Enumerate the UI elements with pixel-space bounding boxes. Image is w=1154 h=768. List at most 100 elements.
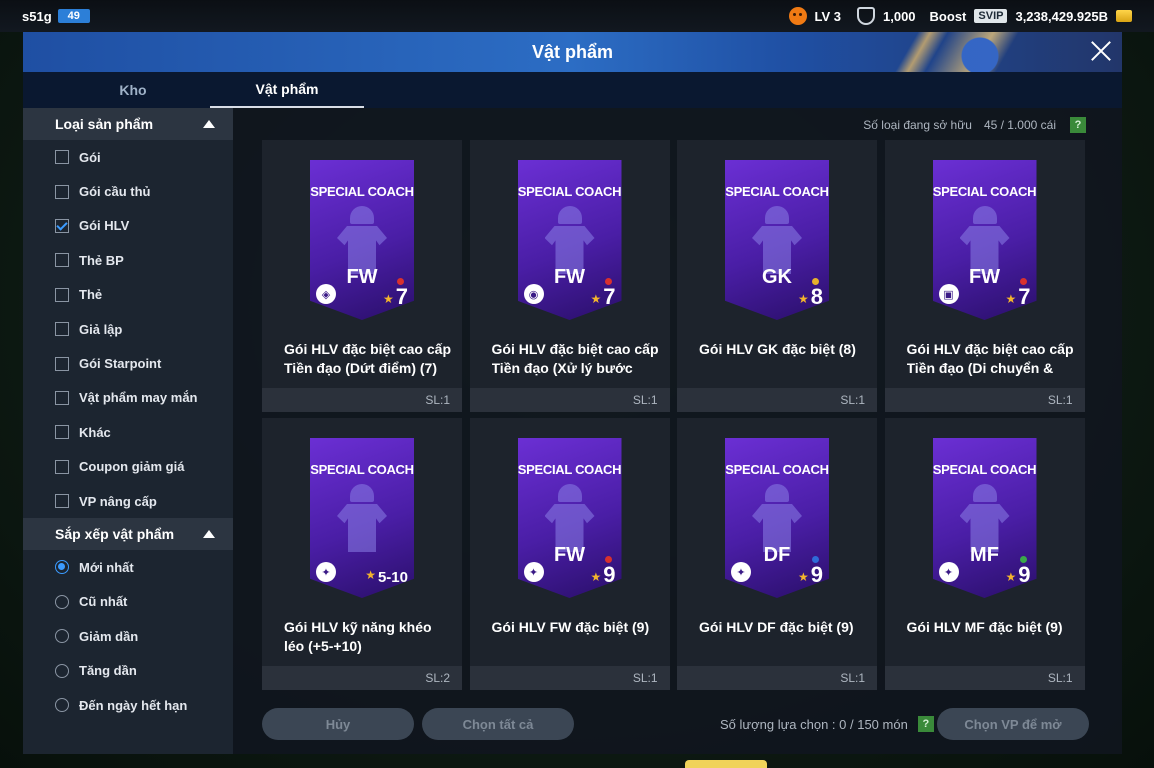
item-name: Gói HLV đặc biệt cao cấp Tiền đạo (Xử lý… (491, 341, 659, 376)
item-card[interactable]: SPECIAL COACH GK ★ 8 Gói HLV GK đặc biệt … (677, 140, 877, 412)
star-icon: ★ (590, 292, 602, 306)
sort-option[interactable]: Giảm dần (23, 619, 233, 653)
star-icon: ★ (1005, 570, 1017, 584)
sort-option[interactable]: Cũ nhất (23, 585, 233, 619)
lock-icon: ▣ (938, 284, 959, 304)
item-name: Gói HLV MF đặc biệt (9) (906, 619, 1063, 635)
help-icon[interactable]: ? (917, 716, 934, 732)
coach-pack-image: SPECIAL COACH ✦ ★ 5-10 (310, 438, 414, 598)
radio-button[interactable] (55, 663, 69, 678)
filter-item[interactable]: Coupon giảm giá (23, 450, 233, 484)
item-card[interactable]: SPECIAL COACH FW ✦ ★ 9 Gói HLV FW đặc biệ… (469, 418, 670, 690)
checkbox[interactable] (55, 322, 69, 337)
item-name: Gói HLV DF đặc biệt (9) (699, 619, 854, 635)
help-icon[interactable]: ? (1070, 117, 1086, 133)
checkbox[interactable] (55, 459, 69, 474)
cap-icon (557, 484, 582, 502)
modal-header: Vật phẩm (23, 32, 1122, 72)
sort-label: Đến ngày hết hạn (79, 697, 188, 713)
sort-option[interactable]: Đến ngày hết hạn (23, 688, 233, 722)
filter-item[interactable]: Gói Starpoint (23, 346, 233, 380)
collapse-icon (203, 530, 215, 539)
sort-label: Mới nhất (79, 559, 134, 575)
username: s51g (22, 8, 52, 24)
checkbox[interactable] (55, 287, 69, 302)
selection-label: Số lượng lựa chọn : 0 / 150 món (720, 716, 908, 732)
checkbox[interactable] (55, 390, 69, 405)
star-icon: ★ (797, 292, 809, 306)
item-quantity: SL:1 (677, 666, 877, 690)
item-card[interactable]: SPECIAL COACH MF ✦ ★ 9 Gói HLV MF đặc biệ… (884, 418, 1085, 690)
sort-header[interactable]: Sắp xếp vật phẩm (23, 518, 233, 551)
sort-option[interactable]: Mới nhất (23, 550, 233, 584)
checkbox[interactable] (55, 494, 69, 509)
select-all-button[interactable]: Chọn tất cả (422, 708, 574, 740)
radio-button[interactable] (55, 560, 69, 575)
item-card[interactable]: SPECIAL COACH FW ◈ ★ 7 Gói HLV đặc biệt c… (262, 140, 462, 412)
filter-item[interactable]: Gói cầu thủ (23, 174, 233, 208)
filter-label: Vật phẩm may mắn (79, 390, 198, 406)
filter-item[interactable]: Vật phẩm may mắn (23, 381, 233, 415)
filter-item[interactable]: Khác (23, 415, 233, 449)
svip-badge: SVIP (974, 9, 1008, 23)
item-card[interactable]: SPECIAL COACH ✦ ★ 5-10 Gói HLV kỹ năng kh… (262, 418, 462, 690)
radio-button[interactable] (55, 629, 69, 644)
item-name: Gói HLV đặc biệt cao cấp Tiền đạo (Dứt đ… (284, 341, 452, 376)
checkbox[interactable] (55, 425, 69, 440)
dribble-icon: ◉ (523, 284, 544, 304)
item-quantity: SL:1 (469, 666, 670, 690)
item-card[interactable]: SPECIAL COACH FW ▣ ★ 7 Gói HLV đặc biệt c… (884, 140, 1085, 412)
radio-button[interactable] (55, 594, 69, 609)
filter-item[interactable]: Gói (23, 140, 233, 174)
checkbox[interactable] (55, 150, 69, 165)
card-banner: SPECIAL COACH (725, 184, 829, 199)
category-header[interactable]: Loại sản phẩm (23, 108, 233, 140)
sort-option[interactable]: Tăng dần (23, 653, 233, 687)
tab-vat-pham[interactable]: Vật phẩm (210, 72, 364, 108)
filter-item[interactable]: VP nâng cấp (23, 484, 233, 518)
cap-icon (557, 206, 582, 224)
level-number: 8 (810, 284, 823, 309)
item-card[interactable]: SPECIAL COACH DF ✦ ★ 9 Gói HLV DF đặc biệ… (677, 418, 877, 690)
star-icon: ★ (797, 570, 809, 584)
filter-label: VP nâng cấp (79, 493, 157, 509)
cancel-button[interactable]: Hủy (262, 708, 414, 740)
level-value: ★ 8 (798, 284, 823, 310)
checkbox[interactable] (55, 218, 69, 233)
header-decoration (842, 32, 1072, 72)
user-info: s51g 49 (22, 9, 90, 24)
filter-item[interactable]: Gói HLV (23, 209, 233, 243)
card-banner: SPECIAL COACH (932, 184, 1037, 199)
item-quantity: SL:1 (884, 666, 1085, 690)
star-icon: ★ (590, 570, 602, 584)
level-value: ★ 5-10 (365, 568, 408, 586)
item-card[interactable]: SPECIAL COACH FW ◉ ★ 7 Gói HLV đặc biệt c… (469, 140, 670, 412)
top-status-bar: s51g 49 LV 3 1,000 Boost SVIP 3,238,429.… (0, 0, 1154, 32)
close-icon[interactable] (1088, 38, 1114, 64)
filter-label: Gói (79, 149, 101, 165)
open-selected-button[interactable]: Chọn VP để mở (937, 708, 1089, 740)
checkbox[interactable] (55, 356, 69, 371)
filter-label: Giả lập (79, 321, 123, 337)
filter-sidebar: Loại sản phẩm Gói Gói cầu thủ Gói HLV Th… (23, 108, 233, 754)
emblem-icon: ✦ (938, 562, 959, 582)
shield-icon (857, 7, 875, 25)
checkbox[interactable] (55, 253, 69, 268)
level-value: ★ 9 (798, 562, 823, 588)
filter-item[interactable]: Giả lập (23, 312, 233, 346)
level-number: 9 (1018, 562, 1031, 587)
item-name: Gói HLV FW đặc biệt (9) (491, 619, 650, 635)
owned-count: Số loại đang sở hữu 45 / 1.000 cái ? (861, 116, 1086, 134)
sort-label: Tăng dần (79, 663, 137, 679)
tab-bar: Kho Vật phẩm (23, 72, 1122, 108)
level-value: ★ 9 (1005, 562, 1030, 588)
bottom-handle[interactable] (685, 760, 767, 768)
tab-kho[interactable]: Kho (56, 72, 210, 108)
star-icon: ★ (382, 292, 394, 306)
checkbox[interactable] (55, 184, 69, 199)
filter-item[interactable]: Thẻ (23, 278, 233, 312)
radio-button[interactable] (55, 698, 69, 713)
filter-label: Gói HLV (79, 218, 130, 234)
filter-item[interactable]: Thẻ BP (23, 243, 233, 277)
item-quantity: SL:1 (884, 388, 1085, 412)
